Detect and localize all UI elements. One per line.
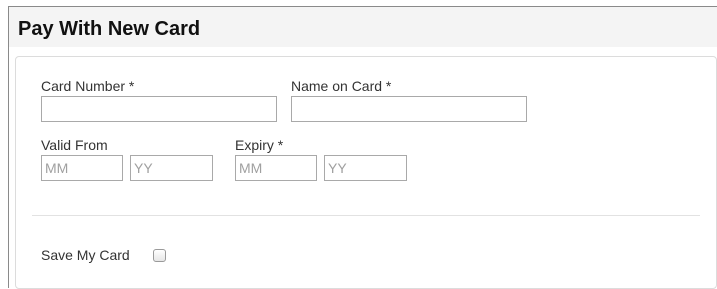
valid-from-month-input[interactable] [41,155,123,181]
expiry-label: Expiry * [235,137,284,153]
payment-form: Pay With New Card Card Number * Name on … [8,6,717,289]
card-details-panel: Card Number * Name on Card * Valid From … [15,56,717,289]
card-number-input[interactable] [41,96,277,122]
expiry-month-input[interactable] [235,155,317,181]
form-title: Pay With New Card [18,18,201,40]
card-number-label: Card Number * [41,78,135,94]
expiry-year-input[interactable] [324,155,407,181]
form-header: Pay With New Card [9,7,717,47]
save-card-checkbox[interactable] [153,249,166,262]
section-divider [32,215,700,216]
name-on-card-input[interactable] [291,96,527,122]
name-on-card-label: Name on Card * [291,78,392,94]
valid-from-year-input[interactable] [130,155,213,181]
valid-from-label: Valid From [41,137,108,153]
save-card-label: Save My Card [41,247,130,263]
